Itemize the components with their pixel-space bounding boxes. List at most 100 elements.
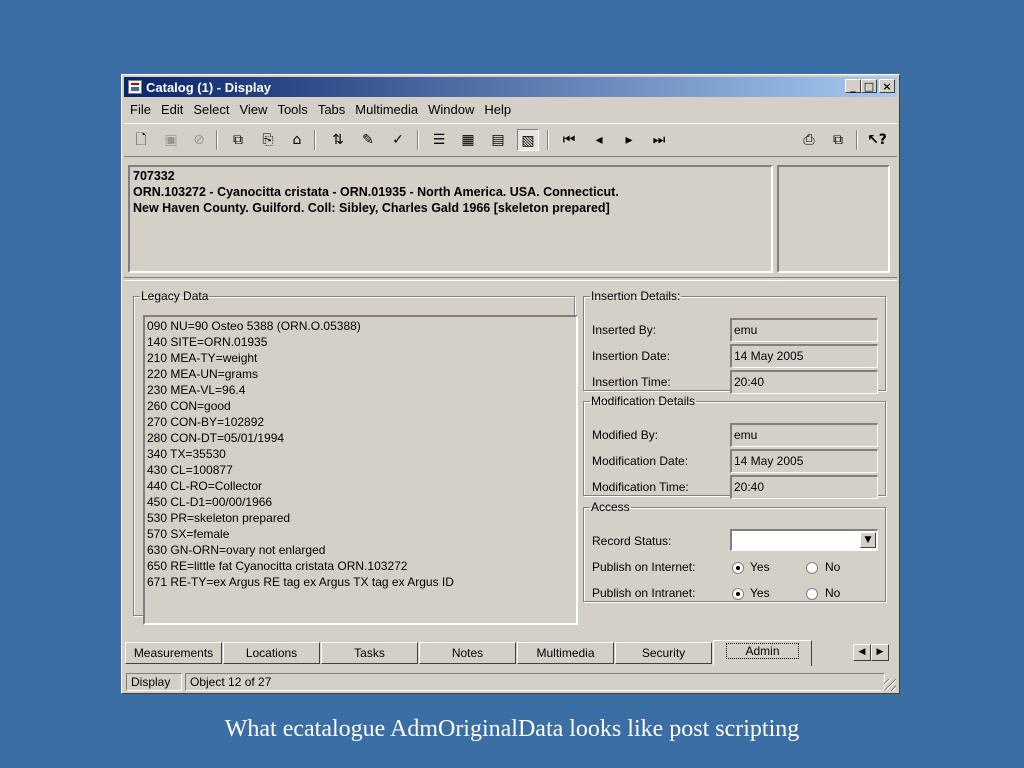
access-group: Access Record Status: ▼ Publish on Inter… [583,500,886,602]
catalog-app-icon [128,80,142,94]
last-record-icon[interactable]: ⏭ [648,129,670,151]
tab-notes[interactable]: Notes [419,642,516,664]
insertion-date-field[interactable]: 14 May 2005 [730,344,878,368]
resize-grip-icon[interactable] [884,679,896,691]
insertion-time-label: Insertion Time: [592,375,671,389]
internet-no-radio[interactable] [806,562,818,574]
status-position: Object 12 of 27 [185,673,885,691]
page-view-icon[interactable]: ▤ [487,129,509,151]
tab-locations[interactable]: Locations [223,642,320,664]
legacy-data-line: 210 MEA-TY=weight [147,351,258,365]
modification-date-label: Modification Date: [592,454,689,468]
legacy-data-legend: Legacy Data [141,289,209,303]
legacy-data-line: 270 CON-BY=102892 [147,415,265,429]
chevron-down-icon[interactable]: ▼ [860,532,876,548]
menu-tools[interactable]: Tools [273,100,313,120]
internet-yes-label: Yes [750,560,770,574]
summary-line-2: ORN.103272 - Cyanocitta cristata - ORN.0… [133,185,619,199]
menu-help[interactable]: Help [480,100,517,120]
insertion-date-label: Insertion Date: [592,349,671,363]
legacy-data-list[interactable]: 090 NU=90 Osteo 5388 (ORN.O.05388) 140 SI… [143,315,578,625]
intranet-yes-label: Yes [750,586,770,600]
paste-icon[interactable]: ⎘ [257,129,279,151]
next-record-icon[interactable]: ▸ [618,129,640,151]
tab-multimedia[interactable]: Multimedia [517,642,614,664]
summary-image-panel [777,165,890,273]
toolbar: 🗋 ▣ ⊘ ⧉ ⎘ ⌂ ⇅ ✎ ✓ ☰ ▦ ▤ ▧ ⏮ ◂ ▸ ⏭ ⎙ ⧉ ↖? [124,123,897,157]
modification-time-field[interactable]: 20:40 [730,475,878,499]
copy-icon[interactable]: ⧉ [227,129,249,151]
modification-date-field[interactable]: 14 May 2005 [730,449,878,473]
spellcheck-icon[interactable]: ✓ [387,129,409,151]
legacy-data-line: 671 RE-TY=ex Argus RE tag ex Argus TX ta… [147,575,454,589]
tab-locations-label: Locations [245,646,298,660]
menu-window[interactable]: Window [424,100,480,120]
tab-security[interactable]: Security [615,642,712,664]
legacy-data-line: 260 CON=good [147,399,231,413]
tab-tasks[interactable]: Tasks [321,642,418,664]
new-icon[interactable]: 🗋 [130,129,152,151]
tab-tasks-label: Tasks [354,646,385,660]
close-button[interactable]: × [879,79,895,93]
legacy-data-line: 220 MEA-UN=grams [147,367,259,381]
menu-edit[interactable]: Edit [157,100,189,120]
inserted-by-field[interactable]: emu [730,318,878,342]
menu-view[interactable]: View [236,100,274,120]
record-status-label: Record Status: [592,534,672,548]
tab-notes-label: Notes [451,646,484,660]
summary-line-3: New Haven County. Guilford. Coll: Sibley… [133,201,610,215]
splitter[interactable] [124,277,897,281]
legacy-data-line: 230 MEA-VL=96.4 [147,383,246,397]
legacy-data-line: 340 TX=35530 [147,447,226,461]
tab-security-label: Security [641,646,686,660]
sort-icon[interactable]: ⇅ [327,129,349,151]
tab-scroll-arrows: ◀ ▶ [853,644,889,661]
first-record-icon[interactable]: ⏮ [558,129,580,151]
display-view-icon[interactable]: ▧ [517,129,539,151]
tab-admin-label: Admin [726,643,799,659]
tab-scroll-right-icon[interactable]: ▶ [871,644,889,661]
previous-record-icon[interactable]: ◂ [588,129,610,151]
modified-by-field[interactable]: emu [730,423,878,447]
minimize-button[interactable]: _ [845,79,861,93]
publish-intranet-label: Publish on Intranet: [592,586,696,600]
menu-file[interactable]: File [126,100,157,120]
menu-multimedia[interactable]: Multimedia [351,100,424,120]
publish-internet-label: Publish on Internet: [592,560,696,574]
legacy-data-line: 280 CON-DT=05/01/1994 [147,431,285,445]
tab-admin[interactable]: Admin [713,640,812,666]
legacy-data-line: 650 RE=little fat Cyanocitta cristata OR… [147,559,408,573]
legacy-data-line: 450 CL-D1=00/00/1966 [147,495,273,509]
internet-no-label: No [825,560,841,574]
insertion-time-field[interactable]: 20:40 [730,370,878,394]
maximize-button[interactable]: □ [861,79,877,93]
menu-select[interactable]: Select [189,100,235,120]
menu-tabs[interactable]: Tabs [314,100,351,120]
intranet-no-radio[interactable] [806,588,818,600]
folder-icon[interactable]: ⌂ [286,129,308,151]
insertion-details-legend: Insertion Details: [591,289,681,303]
list-view-icon[interactable]: ☰ [428,129,450,151]
help-icon[interactable]: ↖? [866,129,888,151]
status-bar: Display Object 12 of 27 [124,672,897,692]
duplicate-icon[interactable]: ⧉ [827,129,849,151]
grid-view-icon[interactable]: ▦ [457,129,479,151]
legacy-data-line: 570 SX=female [147,527,230,541]
edit-icon[interactable]: ✎ [357,129,379,151]
attach-icon[interactable]: ⎙ [798,129,820,151]
menu-bar: File Edit Select View Tools Tabs Multime… [126,100,517,120]
tab-multimedia-label: Multimedia [536,646,595,660]
tab-strip: Measurements Locations Tasks Notes Multi… [125,640,895,666]
internet-yes-radio[interactable] [732,562,744,574]
legacy-data-line: 630 GN-ORN=ovary not enlarged [147,543,326,557]
title-bar[interactable]: Catalog (1) - Display _ □ × [124,77,897,97]
legacy-data-line: 430 CL=100877 [147,463,233,477]
record-status-select[interactable]: ▼ [730,529,878,551]
intranet-yes-radio[interactable] [732,588,744,600]
tab-measurements[interactable]: Measurements [125,642,222,664]
tab-scroll-left-icon[interactable]: ◀ [853,644,871,661]
save-icon[interactable]: ▣ [160,129,182,151]
delete-icon[interactable]: ⊘ [188,129,210,151]
modification-time-label: Modification Time: [592,480,689,494]
modified-by-label: Modified By: [592,428,659,442]
